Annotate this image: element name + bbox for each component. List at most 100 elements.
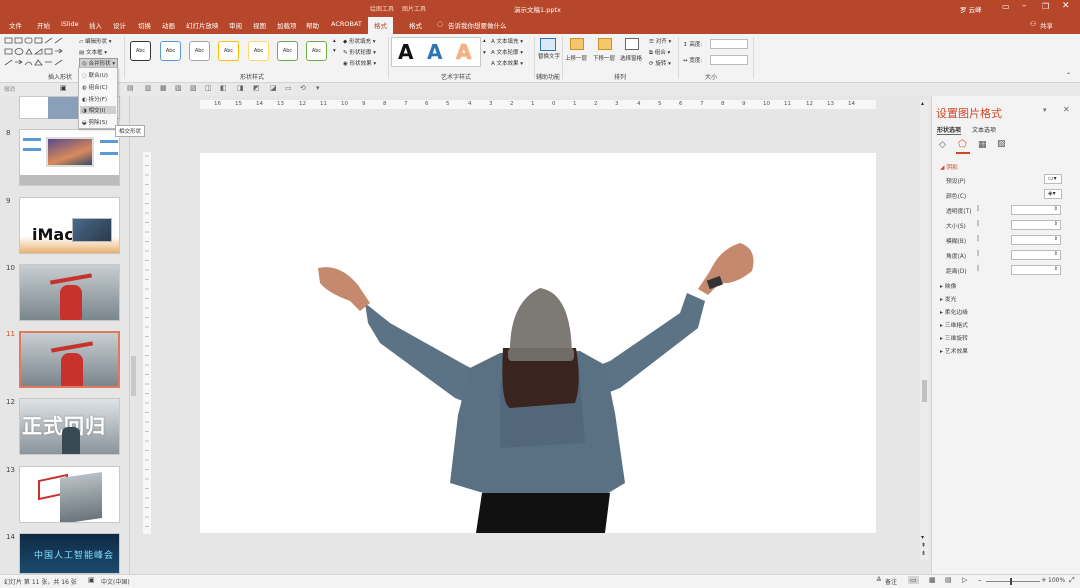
undo-button[interactable]: 撤消 [4, 85, 15, 93]
shape-style-1[interactable]: Abc [130, 41, 151, 61]
tab-view[interactable]: 视图 [253, 20, 266, 30]
gallery-up-icon[interactable]: ▴ [333, 38, 336, 44]
vertical-scrollbar[interactable]: ▴ ▾ ⇞ ⇟ [920, 100, 929, 560]
prev-slide-icon[interactable]: ⇞ [921, 542, 926, 549]
spinner-icon[interactable]: ⇕ [1054, 206, 1058, 212]
slide-thumbnail[interactable]: 中国人工智能峰会 [19, 533, 120, 574]
zoom-in-icon[interactable]: + [1041, 576, 1047, 584]
toolbar-icon-9[interactable]: ◩ [253, 84, 260, 92]
toolbar-icon-11[interactable]: ▭ [285, 84, 292, 92]
width-input[interactable] [710, 55, 748, 65]
fit-to-window-icon[interactable]: ⤢ [1069, 576, 1075, 585]
reading-view-icon[interactable]: ▤ [945, 576, 952, 584]
toolbar-icon-8[interactable]: ◨ [237, 84, 244, 92]
transparency-slider[interactable]: | [977, 205, 979, 212]
spellcheck-icon[interactable]: ▣ [88, 576, 95, 584]
slide-sorter-icon[interactable]: ▦ [929, 576, 936, 584]
effects-icon[interactable]: ⬠ [958, 139, 967, 150]
group-button[interactable]: ⧉ 组合 ▾ [649, 48, 670, 57]
scrollbar-thumb[interactable] [922, 380, 927, 402]
tab-animations[interactable]: 动画 [162, 20, 175, 30]
zoom-level[interactable]: 100% [1048, 577, 1065, 584]
next-slide-icon[interactable]: ⇟ [921, 550, 926, 557]
tab-islide[interactable]: iSlide [61, 20, 79, 28]
text-box-button[interactable]: ▤ 文本框 ▾ [79, 48, 107, 56]
tab-help[interactable]: 帮助 [306, 20, 319, 30]
fill-line-icon[interactable]: ◇ [939, 140, 946, 150]
toolbar-icon-10[interactable]: ◪ [270, 84, 277, 92]
angle-input[interactable]: ⇕ [1011, 250, 1061, 260]
color-dropdown[interactable]: ◈▾ [1044, 189, 1062, 199]
zoom-out-icon[interactable]: – [978, 576, 982, 584]
blur-input[interactable]: ⇕ [1011, 235, 1061, 245]
shape-style-2[interactable]: Abc [160, 41, 181, 61]
shape-effects-button[interactable]: ◉ 形状效果 ▾ [343, 59, 376, 67]
slide-canvas[interactable] [200, 153, 876, 533]
toolbar-icon-3[interactable]: ▦ [160, 84, 167, 92]
toolbar-icon-6[interactable]: ◫ [205, 84, 212, 92]
tab-format-drawing[interactable]: 格式 [368, 17, 393, 34]
user-name[interactable]: 罗 云峰 [960, 4, 982, 14]
slide-thumbnail[interactable]: 正式回归 [19, 398, 120, 455]
text-outline-button[interactable]: A 文本轮廓 ▾ [491, 48, 523, 56]
menu-item-subtract[interactable]: ◒ 剪除(S) [82, 118, 107, 126]
align-button[interactable]: ☰ 对齐 ▾ [649, 37, 671, 45]
tab-home[interactable]: 开始 [37, 20, 50, 30]
slide-thumbnail[interactable] [19, 466, 120, 523]
shadow-section-header[interactable]: ◢ 阴影 [940, 162, 958, 171]
alt-text-icon[interactable] [540, 38, 556, 51]
woman-raising-arms-photo[interactable] [200, 153, 876, 533]
spinner-icon[interactable]: ⇕ [1054, 251, 1058, 257]
normal-view-icon[interactable]: ▭ [908, 576, 919, 584]
shape-style-5[interactable]: Abc [248, 41, 269, 61]
shape-outline-button[interactable]: ✎ 形状轮廓 ▾ [343, 48, 376, 56]
text-fill-button[interactable]: A 文本填充 ▾ [491, 37, 523, 45]
size-input[interactable]: ⇕ [1011, 220, 1061, 230]
blur-slider[interactable]: | [977, 235, 979, 242]
artistic-effects-section[interactable]: ▸ 艺术效果 [940, 346, 968, 355]
tab-slideshow[interactable]: 幻灯片放映 [186, 20, 219, 30]
menu-item-intersect[interactable]: ◑ 相交(I) [80, 106, 116, 114]
height-input[interactable] [710, 39, 748, 49]
toolbar-icon-1[interactable]: ▤ [127, 84, 134, 92]
toolbar-icon-12[interactable]: ⟲ [300, 84, 306, 92]
tab-design[interactable]: 设计 [113, 20, 126, 30]
minimize-icon[interactable]: – [1022, 1, 1027, 11]
size-properties-icon[interactable]: ▦ [978, 140, 987, 150]
notes-button[interactable]: 备注 [885, 577, 897, 586]
spinner-icon[interactable]: ⇕ [1054, 221, 1058, 227]
slide-thumbnail-selected[interactable] [19, 331, 120, 388]
slide-thumbnail[interactable]: iMac [19, 197, 120, 254]
language-status[interactable]: 中文(中国) [101, 577, 130, 586]
toolbar-icon-4[interactable]: ▧ [175, 84, 182, 92]
slideshow-icon[interactable]: ▷ [962, 576, 967, 584]
slide-thumbnail[interactable] [19, 264, 120, 321]
collapse-ribbon-icon[interactable]: ⌃ [1066, 72, 1071, 79]
text-effects-button[interactable]: A 文本效果 ▾ [491, 59, 523, 67]
distance-slider[interactable]: | [977, 265, 979, 272]
3d-rotation-section[interactable]: ▸ 三维旋转 [940, 333, 968, 342]
menu-item-fragment[interactable]: ◐ 拆分(F) [82, 95, 107, 103]
wordart-style-orange[interactable]: A [456, 40, 471, 64]
spinner-icon[interactable]: ⇕ [1054, 236, 1058, 242]
tab-file[interactable]: 文件 [9, 20, 22, 30]
picture-icon[interactable]: ▨ [997, 139, 1006, 149]
save-icon[interactable]: ▣ [60, 84, 67, 92]
toolbar-icon-5[interactable]: ▨ [190, 84, 197, 92]
tab-text-options[interactable]: 文本选项 [972, 125, 996, 134]
angle-slider[interactable]: | [977, 250, 979, 257]
shape-style-6[interactable]: Abc [277, 41, 298, 61]
distance-input[interactable]: ⇕ [1011, 265, 1061, 275]
pane-options-icon[interactable]: ▾ [1043, 106, 1047, 114]
close-icon[interactable]: ✕ [1062, 1, 1070, 11]
tab-insert[interactable]: 插入 [89, 20, 102, 30]
send-backward-button[interactable]: 下移一层 [593, 54, 615, 62]
tell-me-search[interactable]: 告诉我你想要做什么 [448, 20, 507, 30]
size-slider[interactable]: | [977, 220, 979, 227]
tab-shape-options[interactable]: 形状选项 [937, 125, 962, 135]
share-button[interactable]: 共享 [1040, 20, 1053, 30]
ribbon-display-icon[interactable]: ▭ [1002, 2, 1010, 11]
transparency-input[interactable]: ⇕ [1011, 205, 1061, 215]
tab-transitions[interactable]: 切换 [138, 20, 151, 30]
glow-section[interactable]: ▸ 发光 [940, 294, 956, 303]
